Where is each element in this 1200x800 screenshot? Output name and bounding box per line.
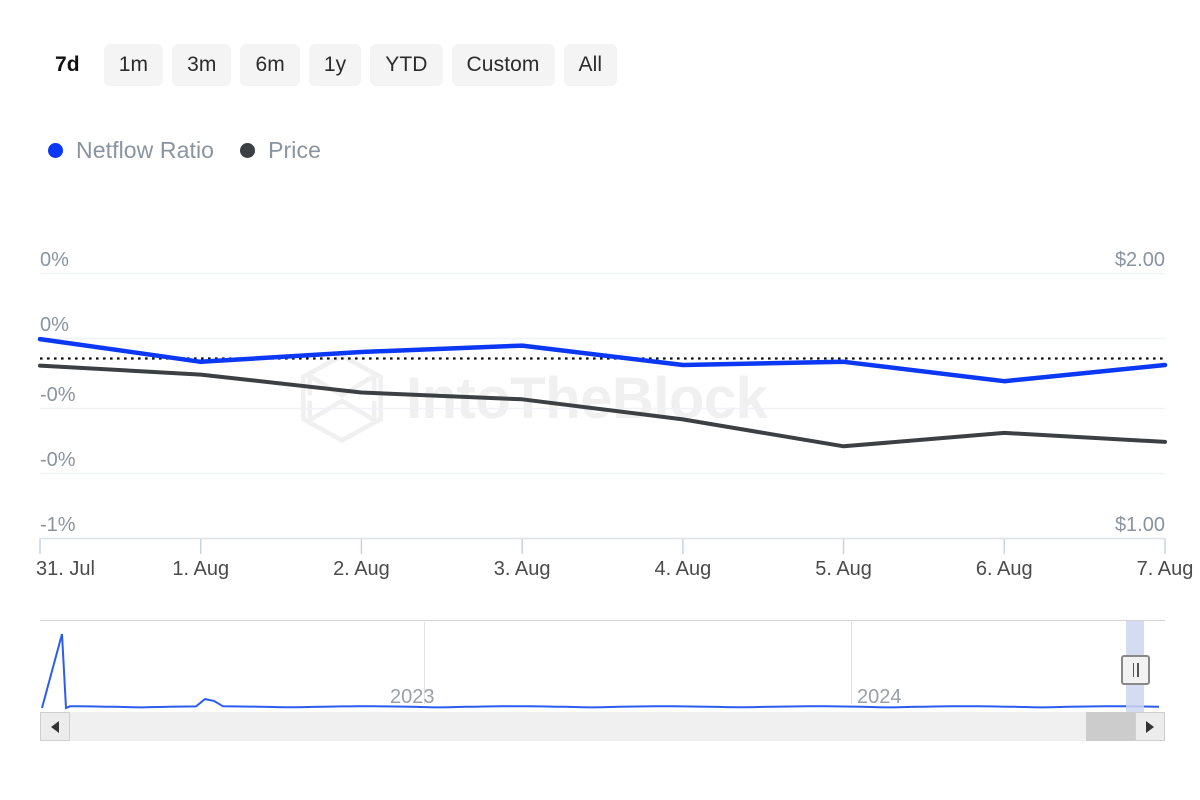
series-line-price [38, 363, 1167, 449]
hexagon-cube-logo-icon [301, 353, 383, 443]
range-button-custom[interactable]: Custom [451, 44, 555, 86]
y-axis-left-tick-0: 0% [40, 249, 69, 271]
chevron-left-icon [51, 720, 59, 733]
range-button-1m[interactable]: 1m [103, 44, 164, 86]
range-button-1y[interactable]: 1y [308, 44, 362, 86]
chart-scrollbar[interactable] [40, 712, 1165, 741]
x-axis-tick-label: 1. Aug [172, 558, 230, 580]
legend-dot-icon-netflow-ratio [48, 142, 63, 158]
legend-label-price: Price [268, 136, 321, 163]
time-range-selector: 7d 1m 3m 6m 1y YTD Custom All [40, 44, 618, 86]
x-axis-tick-label: 5. Aug [815, 558, 872, 580]
watermark: IntoTheBlock [296, 352, 768, 444]
x-axis-tick-label: 4. Aug [654, 558, 712, 580]
legend-dot-icon-price [240, 142, 256, 158]
x-axis-tick-label: 31. Jul [36, 558, 95, 580]
series-line-netflow-ratio [37, 336, 1168, 384]
legend-item-netflow-ratio[interactable]: Netflow Ratio [48, 137, 214, 164]
range-button-3m[interactable]: 3m [172, 44, 232, 86]
resize-grabber-icon-line-2 [1137, 663, 1139, 677]
range-button-all[interactable]: All [563, 44, 618, 86]
scrollbar-thumb[interactable] [1086, 712, 1135, 741]
chevron-right-icon [1146, 720, 1154, 733]
scrollbar-track[interactable] [70, 712, 1135, 741]
chart-gridlines [40, 272, 1165, 540]
x-axis-tick-label: 3. Aug [493, 558, 551, 580]
range-button-ytd[interactable]: YTD [370, 44, 443, 86]
resize-grabber-icon-line-1 [1132, 663, 1134, 677]
chart-navigator[interactable]: 2023 2024 [40, 620, 1165, 712]
x-axis-tick-label: 2. Aug [333, 558, 390, 580]
x-axis-tick-label: 7. Aug [1136, 558, 1194, 580]
watermark-text: IntoTheBlock [406, 365, 768, 431]
y-axis-left-tick-3: -0% [40, 449, 76, 471]
chart-x-tick-marks [39, 538, 1166, 554]
scrollbar-left-arrow-button[interactable] [40, 712, 70, 741]
y-axis-left-tick-4: -1% [40, 514, 76, 536]
navigator-resize-handle-right[interactable] [1121, 655, 1150, 685]
legend-label-netflow-ratio: Netflow Ratio [76, 136, 215, 163]
scrollbar-right-arrow-button[interactable] [1135, 712, 1165, 741]
chart-legend: Netflow Ratio Price [48, 132, 321, 168]
y-axis-right-tick-0: $2.00 [1114, 249, 1165, 271]
y-axis-right-tick-1: $1.00 [1114, 514, 1165, 536]
navigator-mini-series [41, 633, 1160, 710]
y-axis-left-tick-2: -0% [40, 384, 76, 406]
range-button-7d[interactable]: 7d [40, 44, 95, 86]
range-button-6m[interactable]: 6m [240, 44, 300, 86]
legend-item-price[interactable]: Price [240, 137, 321, 164]
x-axis-tick-label: 6. Aug [975, 558, 1033, 580]
y-axis-left-tick-1: 0% [40, 314, 69, 336]
